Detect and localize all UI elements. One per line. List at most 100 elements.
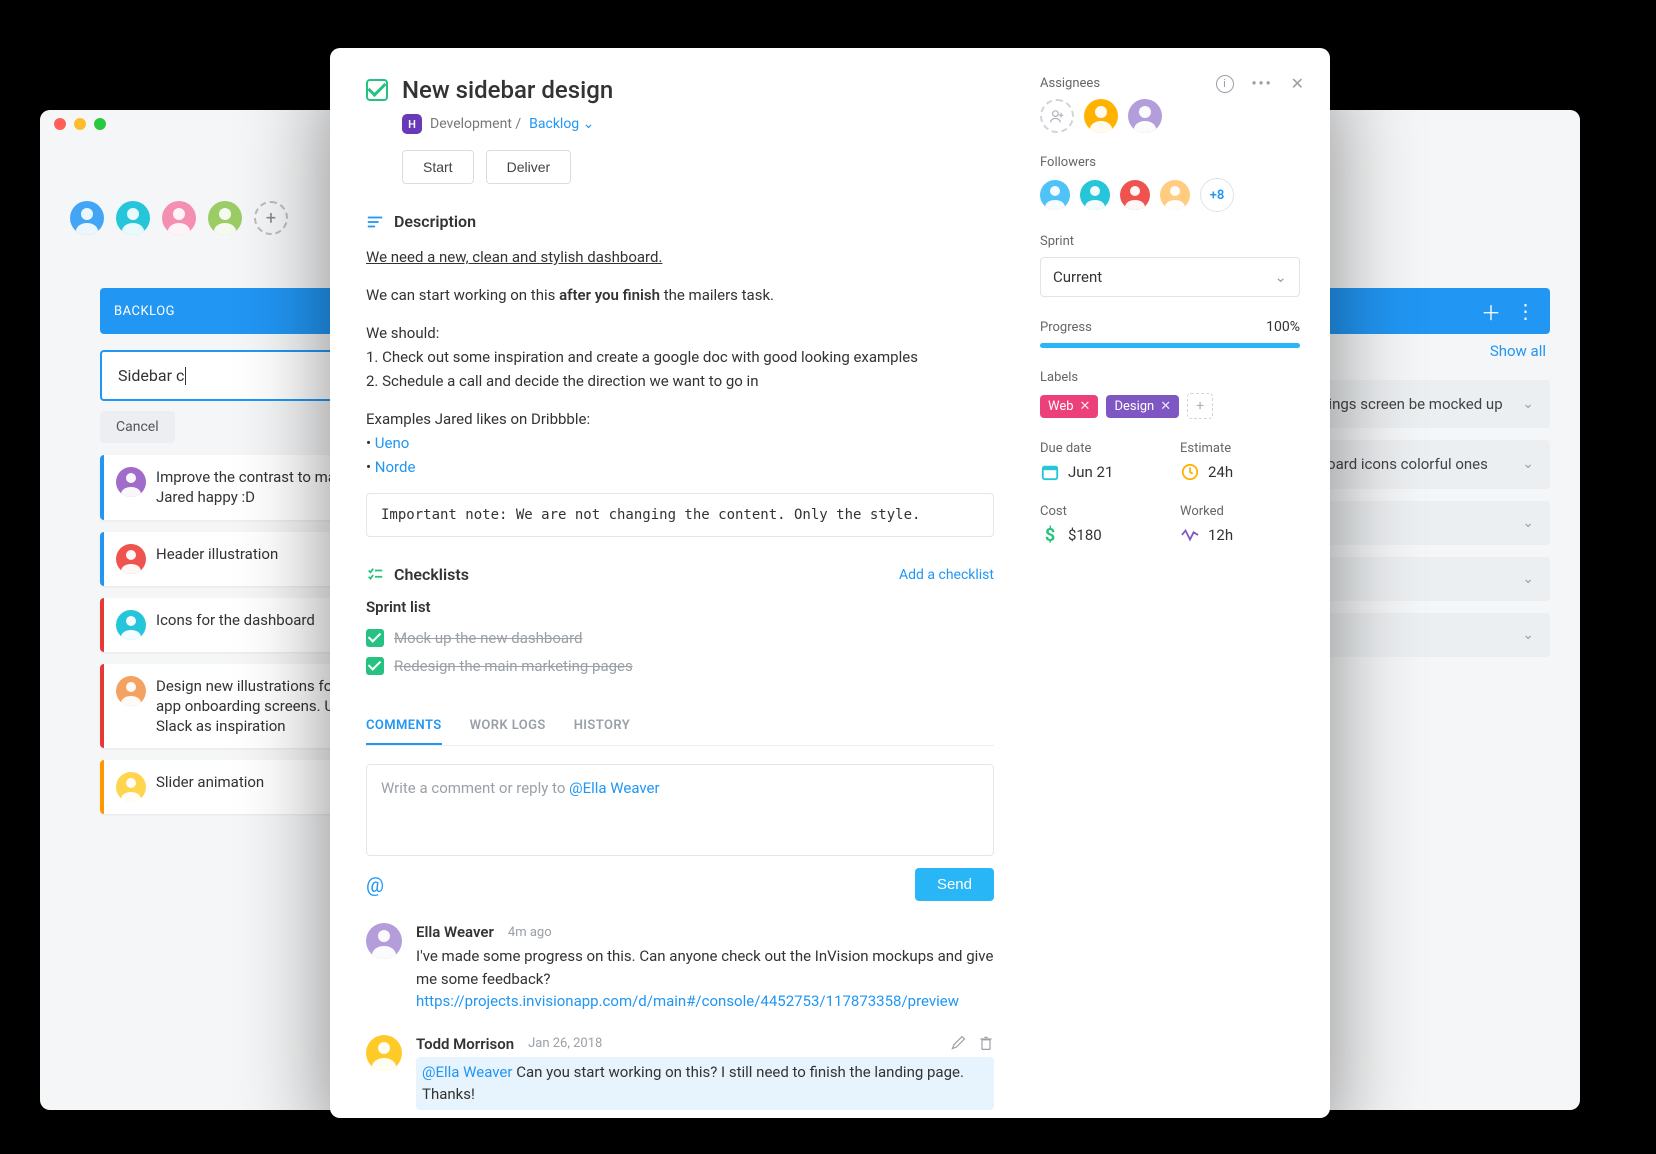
checklist-item[interactable]: Redesign the main marketing pages [366, 652, 994, 680]
edit-icon[interactable] [950, 1035, 966, 1051]
card-avatar [116, 467, 146, 497]
comment-input[interactable]: Write a comment or reply to @Ella Weaver [366, 764, 994, 856]
meta-label: Labels [1040, 370, 1300, 385]
deliver-button[interactable]: Deliver [486, 150, 572, 184]
desc-line: We need a new, clean and stylish dashboa… [366, 248, 662, 266]
follower-avatar[interactable] [1120, 180, 1150, 210]
member-avatar[interactable] [70, 201, 104, 235]
comment-tabs: COMMENTS WORK LOGS HISTORY [366, 708, 994, 746]
dollar-icon: $ [1040, 525, 1060, 545]
task-title: New sidebar design [402, 76, 613, 104]
description-note: Important note: We are not changing the … [366, 493, 994, 537]
worked[interactable]: 12h [1180, 525, 1300, 545]
section-title: Description [394, 212, 476, 231]
add-member-button[interactable]: + [254, 201, 288, 235]
tab-history[interactable]: HISTORY [574, 708, 630, 745]
comment-author: Todd Morrison [416, 1035, 514, 1053]
chevron-down-icon: ⌄ [1274, 268, 1287, 286]
section-title: Checklists [394, 565, 469, 584]
column-menu-icon[interactable]: ⋮ [1516, 299, 1537, 323]
window-close-dot[interactable] [54, 118, 66, 130]
comment-link[interactable]: https://projects.invisionapp.com/d/main#… [416, 992, 959, 1010]
follower-avatar[interactable] [1040, 180, 1070, 210]
pulse-icon [1180, 525, 1200, 545]
comment-author: Ella Weaver [416, 923, 494, 941]
assignee-avatar[interactable] [1128, 99, 1162, 133]
delete-icon[interactable] [978, 1035, 994, 1051]
sprint-select[interactable]: Current ⌄ [1040, 257, 1300, 297]
clock-icon [1180, 462, 1200, 482]
checklist-name: Sprint list [366, 598, 994, 616]
comment-avatar [366, 923, 402, 959]
checklist-text: Redesign the main marketing pages [394, 657, 633, 675]
member-avatar[interactable] [162, 201, 196, 235]
checklist-item[interactable]: Mock up the new dashboard [366, 624, 994, 652]
close-icon[interactable]: ✕ [1291, 74, 1304, 93]
add-checklist-link[interactable]: Add a checklist [899, 567, 994, 583]
comment: Ella Weaver4m ago I've made some progres… [366, 923, 994, 1013]
modal-top-actions: i ••• ✕ [1216, 74, 1305, 93]
card-avatar [116, 676, 146, 706]
label-chip[interactable]: Design✕ [1106, 395, 1179, 418]
column-title: BACKLOG [114, 304, 175, 319]
add-assignee-button[interactable] [1040, 99, 1074, 133]
member-avatar[interactable] [116, 201, 150, 235]
label-chip[interactable]: Web ✕ [1040, 395, 1098, 418]
link-norde[interactable]: Norde [375, 458, 416, 476]
add-label-button[interactable]: + [1187, 393, 1213, 419]
add-card-icon[interactable]: ＋ [1481, 297, 1502, 326]
comment-avatar [366, 1035, 402, 1071]
remove-label-icon[interactable]: ✕ [1080, 399, 1091, 414]
mention-icon[interactable]: @ [366, 873, 384, 897]
chevron-down-icon: ⌄ [1522, 627, 1534, 643]
link-ueno[interactable]: Ueno [375, 434, 410, 452]
progress-value: 100% [1266, 319, 1300, 335]
meta-label: Cost [1040, 504, 1160, 519]
description-body[interactable]: We need a new, clean and stylish dashboa… [366, 245, 994, 537]
label-text: Web [1048, 399, 1074, 414]
task-complete-icon[interactable] [366, 79, 388, 101]
cancel-button[interactable]: Cancel [100, 411, 175, 443]
window-max-dot[interactable] [94, 118, 106, 130]
assignee-avatar[interactable] [1084, 99, 1118, 133]
followers-more[interactable]: +8 [1200, 178, 1234, 212]
card-avatar [116, 610, 146, 640]
more-icon[interactable]: ••• [1252, 76, 1273, 92]
comment-time: Jan 26, 2018 [528, 1036, 602, 1051]
card-text: Header illustration [156, 544, 278, 564]
crumb-list[interactable]: Backlog ⌄ [529, 116, 594, 132]
window-min-dot[interactable] [74, 118, 86, 130]
send-button[interactable]: Send [915, 868, 994, 901]
project-pill[interactable]: H [402, 114, 422, 134]
new-card-value: Sidebar c [118, 366, 184, 385]
member-avatar[interactable] [208, 201, 242, 235]
checklist-icon [366, 566, 384, 584]
card-avatar [116, 772, 146, 802]
due-date[interactable]: Jun 21 [1040, 462, 1160, 482]
card-text: Slider animation [156, 772, 264, 792]
meta-label: Estimate [1180, 441, 1300, 456]
start-button[interactable]: Start [402, 150, 474, 184]
description-icon [366, 213, 384, 231]
chevron-down-icon: ⌄ [583, 116, 595, 132]
show-all-link[interactable]: Show all [1490, 342, 1546, 360]
info-icon[interactable]: i [1216, 75, 1234, 93]
remove-label-icon[interactable]: ✕ [1160, 399, 1171, 414]
card-avatar [116, 544, 146, 574]
chevron-down-icon: ⌄ [1522, 456, 1534, 472]
cost[interactable]: $ $180 [1040, 525, 1160, 545]
follower-avatar[interactable] [1080, 180, 1110, 210]
task-modal: i ••• ✕ New sidebar design H Development… [330, 48, 1330, 1118]
mention[interactable]: @Ella Weaver [422, 1063, 512, 1081]
estimate[interactable]: 24h [1180, 462, 1300, 482]
checklist-text: Mock up the new dashboard [394, 629, 582, 647]
chevron-down-icon: ⌄ [1522, 515, 1534, 531]
tab-comments[interactable]: COMMENTS [366, 708, 442, 745]
meta-label: Progress [1040, 320, 1092, 335]
checkbox-icon[interactable] [366, 657, 384, 675]
chevron-down-icon: ⌄ [1522, 571, 1534, 587]
tab-worklogs[interactable]: WORK LOGS [470, 708, 546, 745]
checkbox-icon[interactable] [366, 629, 384, 647]
follower-avatar[interactable] [1160, 180, 1190, 210]
chevron-down-icon: ⌄ [1522, 396, 1534, 412]
